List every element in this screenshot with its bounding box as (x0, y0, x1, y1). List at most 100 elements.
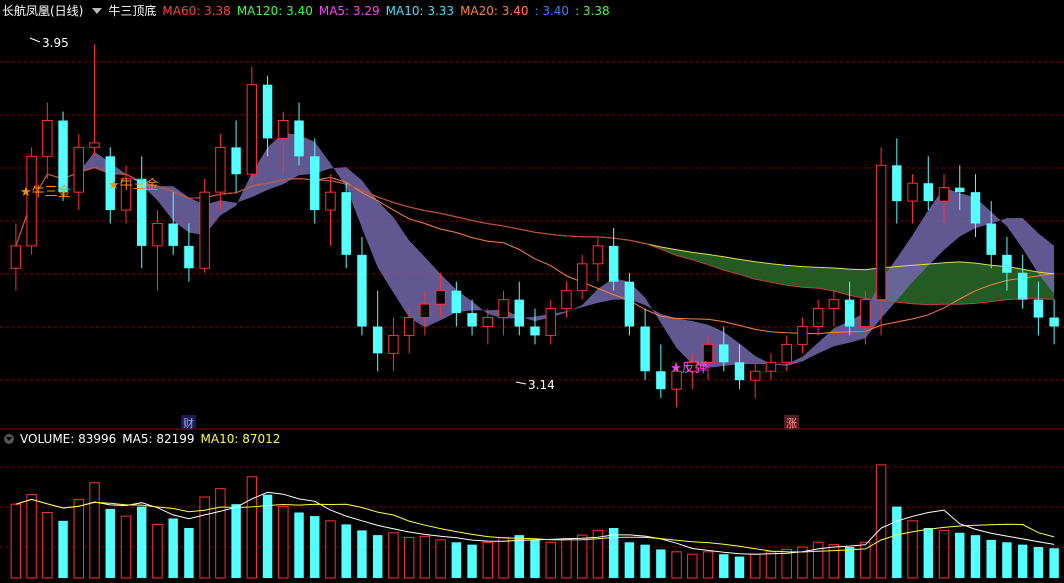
candle-body-up (419, 303, 431, 319)
volume-bar-down (262, 494, 273, 578)
volume-bar-down (656, 549, 666, 578)
candle-body-down (1049, 317, 1059, 327)
candle-body-up (765, 361, 777, 372)
volume-bar-up (671, 551, 682, 579)
volume-bar-up (860, 541, 871, 579)
candle-body-up (576, 263, 588, 292)
candle-body-down (1017, 272, 1028, 300)
candle-body-down (844, 299, 855, 327)
candle-body-down (719, 344, 729, 363)
volume-bar-down (719, 554, 729, 578)
volume-bar-down (357, 530, 367, 578)
volume-bar-down (341, 524, 351, 578)
candle-body-up (388, 334, 399, 354)
candle-body-up (561, 290, 572, 310)
volume-bar-down (451, 542, 462, 578)
candle-body-up (215, 146, 226, 193)
candle-body-up (199, 191, 210, 269)
volume-bar-up (278, 506, 289, 579)
volume-bar-up (482, 541, 494, 579)
volume-bar-down (986, 539, 996, 578)
volume-bar-up (938, 529, 950, 579)
candle-body-down (310, 156, 320, 211)
signal-top-1: ★牛三金 (20, 184, 71, 200)
volume-bar-up (812, 541, 824, 579)
candle-body-down (970, 192, 981, 224)
volume-bar-up (26, 494, 37, 579)
volume-bar-down (955, 532, 965, 578)
candle-body-down (294, 120, 304, 157)
candle-body-down (640, 326, 650, 372)
marker-cai: 财 (183, 416, 194, 430)
marker-zhang: 涨 (786, 417, 797, 430)
volume-bar-up (875, 464, 887, 579)
volume-bar-down (136, 506, 147, 578)
volume-bar-up (152, 523, 163, 579)
volume-bar-up (498, 537, 509, 579)
candle-body-up (750, 370, 761, 381)
candle-body-up (325, 191, 336, 211)
volume-bar-down (530, 539, 540, 578)
volume-bar-down (514, 535, 524, 578)
candle-body-up (278, 120, 289, 139)
candle-body-down (467, 313, 477, 327)
volume-bar-down (892, 506, 902, 578)
volume-bar-up (907, 520, 918, 579)
volume-bar-down (105, 508, 115, 578)
candle-body-down (955, 187, 965, 193)
volume-bar-down (184, 527, 194, 578)
candle-body-up (246, 84, 258, 175)
candle-body-up (42, 120, 53, 157)
volume-bar-up (120, 515, 132, 579)
candle-body-up (89, 142, 100, 148)
volume-bar-down (231, 504, 241, 578)
candle-body-down (372, 326, 383, 354)
volume-bar-up (10, 503, 22, 579)
cloud-green (597, 236, 1055, 305)
volume-bar-down (1017, 544, 1028, 578)
volume-bar-up (42, 512, 53, 579)
candle-body-down (231, 147, 241, 175)
low-price-label: 3.14 (528, 378, 555, 392)
volume-bar-up (750, 553, 761, 579)
high-price-label: 3.95 (42, 36, 69, 50)
candle-body-up (403, 317, 415, 336)
volume-bar-down (1049, 548, 1059, 578)
candle-body-up (812, 308, 824, 327)
candle-body-down (514, 299, 524, 327)
candle-body-down (184, 245, 194, 269)
volume-bar-up (576, 534, 588, 579)
volume-bar-up (89, 482, 100, 579)
candle-body-down (451, 290, 462, 314)
volume-bar-down (168, 518, 178, 578)
volume-bar-up (702, 551, 714, 579)
candle-body-down (923, 183, 934, 202)
candle-body-up (482, 317, 494, 327)
price-chart[interactable]: 3.95 3.14 ★牛三金 ★牛三金 ★反弹财 涨 (0, 0, 1064, 583)
candle-body-up (545, 308, 556, 336)
low-arrow (515, 381, 527, 385)
candle-body-up (860, 299, 871, 327)
candle-body-down (341, 192, 351, 255)
volume-bar-up (73, 498, 85, 579)
signal-top-2: ★牛三金 (108, 177, 159, 193)
candle-body-up (938, 187, 950, 202)
volume-bar-up (246, 476, 258, 579)
candle-body-down (986, 223, 996, 255)
candle-body-down (530, 326, 540, 336)
volume-bar-down (734, 556, 745, 578)
candle-body-down (734, 362, 745, 381)
volume-bar-down (844, 547, 855, 578)
volume-bar-up (419, 535, 431, 579)
candle-body-down (656, 371, 666, 390)
volume-bar-down (310, 516, 320, 578)
volume-bar-up (687, 553, 698, 579)
candle-body-up (797, 325, 808, 345)
volume-bar-up (325, 520, 336, 579)
candle-body-up (907, 182, 918, 202)
candle-body-down (624, 281, 635, 327)
candle-body-up (152, 223, 163, 247)
volume-bar-down (640, 544, 650, 578)
candle-body-up (781, 343, 792, 363)
candle-body-up (592, 245, 604, 265)
